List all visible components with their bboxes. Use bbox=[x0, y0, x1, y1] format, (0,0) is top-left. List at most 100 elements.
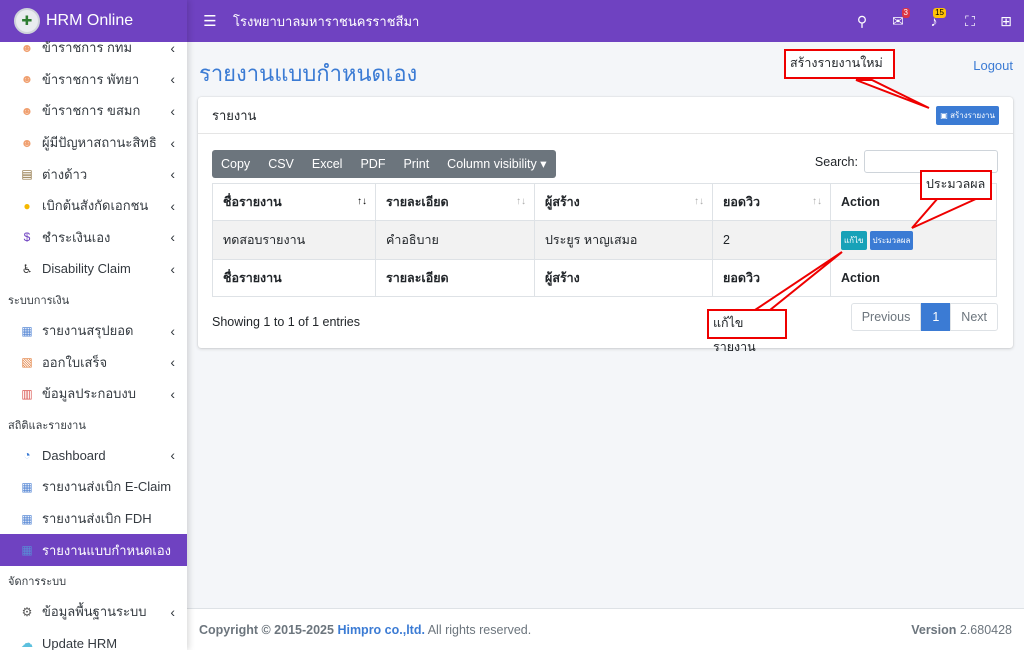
page-1-button[interactable]: 1 bbox=[921, 303, 951, 331]
sidebar-item[interactable]: ☻ ข้าราชการ กทม ‹ bbox=[0, 32, 187, 64]
print-button[interactable]: Print bbox=[394, 150, 438, 178]
report-table: ชื่อรายงาน ↑↓ รายละเอียด ↑↓ ผู้สร้าง ↑↓ ยอด… bbox=[212, 183, 997, 297]
sidebar-item-label: ข้อมูลพื้นฐานระบบ bbox=[42, 604, 147, 620]
main-content: รายงานแบบกำหนดเอง Logout รายงาน ▣ สร้างร… bbox=[187, 42, 1024, 608]
sidebar-item[interactable]: ▥ ข้อมูลประกอบงบ ‹ bbox=[0, 378, 187, 410]
grid-icon[interactable]: ⊞ bbox=[988, 13, 1024, 30]
passport-icon: ▤ bbox=[21, 167, 33, 182]
cloud-icon: ☁ bbox=[21, 636, 33, 650]
col-header-detail[interactable]: รายละเอียด ↑↓ bbox=[375, 183, 535, 221]
csv-button[interactable]: CSV bbox=[259, 150, 303, 178]
col-header-detail-label: รายละเอียด bbox=[386, 195, 449, 209]
chevron-left-icon: ‹ bbox=[170, 197, 175, 214]
sidebar-item[interactable]: ☻ ข้าราชการ ขสมก ‹ bbox=[0, 95, 187, 127]
sidebar-item[interactable]: ☻ ข้าราชการ พัทยา ‹ bbox=[0, 64, 187, 96]
report-icon: ▦ bbox=[21, 479, 33, 494]
create-report-label: สร้างรายงาน bbox=[950, 110, 995, 120]
sidebar-item-label: ข้าราชการ กทม bbox=[42, 40, 133, 56]
page-title: รายงานแบบกำหนดเอง bbox=[199, 61, 418, 86]
hamburger-menu-icon[interactable]: ☰ bbox=[187, 12, 233, 30]
sidebar-item[interactable]: ♿ Disability Claim ‹ bbox=[0, 253, 187, 285]
sidebar-item[interactable]: ▤ ต่างด้าว ‹ bbox=[0, 158, 187, 190]
sidebar-item[interactable]: ◔ Dashboard ‹ bbox=[0, 440, 187, 472]
foot-action: Action bbox=[830, 259, 997, 297]
callout-edit: แก้ไขรายงาน bbox=[707, 309, 787, 354]
sidebar-item[interactable]: ● เบิกต้นสังกัดเอกชน ‹ bbox=[0, 190, 187, 222]
export-button-group: Copy CSV Excel PDF Print Column visibili… bbox=[212, 150, 556, 178]
person-icon: ☻ bbox=[20, 40, 34, 55]
sidebar-item-label: Update HRM bbox=[42, 635, 118, 650]
chevron-left-icon: ‹ bbox=[170, 354, 175, 371]
sidebar-item[interactable]: ▦ รายงานส่งเบิก E-Claim bbox=[0, 471, 187, 503]
col-header-views-label: ยอดวิว bbox=[723, 195, 760, 209]
pdf-button[interactable]: PDF bbox=[351, 150, 394, 178]
cell-creator: ประยูร หาญเสมอ bbox=[534, 220, 713, 260]
col-header-views[interactable]: ยอดวิว ↑↓ bbox=[712, 183, 831, 221]
column-visibility-button[interactable]: Column visibility ▾ bbox=[438, 150, 555, 178]
cell-detail: คำอธิบาย bbox=[375, 220, 535, 260]
person-icon: ☻ bbox=[20, 103, 34, 118]
sidebar-item[interactable]: ☻ ผู้มีปัญหาสถานะสิทธิ ‹ bbox=[0, 127, 187, 159]
sidebar-item[interactable]: ⚙ ข้อมูลพื้นฐานระบบ ‹ bbox=[0, 596, 187, 628]
sidebar-item-label: Disability Claim bbox=[42, 261, 131, 277]
foot-views: ยอดวิว bbox=[712, 259, 831, 297]
next-page-button[interactable]: Next bbox=[950, 303, 998, 331]
table-row: ทดสอบรายงาน คำอธิบาย ประยูร หาญเสมอ 2 แก… bbox=[212, 220, 997, 260]
footer: Copyright © 2015-2025 Himpro co.,ltd. Al… bbox=[187, 608, 1024, 650]
chevron-left-icon: ‹ bbox=[170, 447, 175, 464]
sidebar-item[interactable]: ▦ รายงานสรุปยอด ‹ bbox=[0, 315, 187, 347]
col-header-creator[interactable]: ผู้สร้าง ↑↓ bbox=[534, 183, 713, 221]
fullscreen-icon[interactable]: ⛶ bbox=[952, 13, 988, 30]
search-label: Search: bbox=[814, 154, 858, 169]
nav-header-admin: จัดการระบบ bbox=[8, 575, 67, 588]
wheelchair-icon: ♿ bbox=[21, 261, 33, 276]
chevron-left-icon: ‹ bbox=[170, 385, 175, 402]
sidebar-item[interactable]: ▦ รายงานส่งเบิก FDH bbox=[0, 503, 187, 535]
col-header-name[interactable]: ชื่อรายงาน ↑↓ bbox=[212, 183, 376, 221]
chevron-left-icon: ‹ bbox=[170, 166, 175, 183]
report-card: รายงาน ▣ สร้างรายงาน Copy CSV Excel PDF … bbox=[198, 97, 1013, 348]
sidebar-item[interactable]: ▦ รายงานแบบกำหนดเอง bbox=[0, 534, 187, 566]
chevron-left-icon: ‹ bbox=[170, 603, 175, 620]
previous-page-button[interactable]: Previous bbox=[850, 303, 922, 331]
sidebar-item[interactable]: ▧ ออกใบเสร็จ ‹ bbox=[0, 346, 187, 378]
sidebar-item[interactable]: $ ชำระเงินเอง ‹ bbox=[0, 222, 187, 254]
sidebar-item-label: ผู้มีปัญหาสถานะสิทธิ bbox=[42, 135, 157, 151]
edit-button[interactable]: แก้ไข bbox=[841, 230, 867, 250]
foot-creator: ผู้สร้าง bbox=[534, 259, 713, 297]
user-gear-icon: ⚙ bbox=[21, 604, 33, 619]
company-link[interactable]: Himpro co.,ltd. bbox=[337, 623, 425, 637]
person-icon: ☻ bbox=[20, 135, 34, 150]
chat-icon[interactable]: ✉ 3 bbox=[880, 7, 916, 30]
sidebar-item[interactable]: ☁ Update HRM bbox=[0, 628, 187, 650]
bell-icon[interactable]: ♪ 15 bbox=[916, 8, 952, 29]
logout-link[interactable]: Logout bbox=[973, 58, 1013, 73]
sidebar-item-label: รายงานส่งเบิก E-Claim bbox=[42, 479, 172, 495]
cell-name: ทดสอบรายงาน bbox=[212, 220, 376, 260]
sort-asc-icon: ↑↓ bbox=[357, 196, 367, 207]
sidebar-item-label: รายงานสรุปยอด bbox=[42, 323, 134, 339]
sidebar-item-label: ข้อมูลประกอบงบ bbox=[42, 386, 136, 402]
process-button[interactable]: ประมวลผล bbox=[869, 230, 914, 250]
excel-button[interactable]: Excel bbox=[303, 150, 352, 178]
create-report-button[interactable]: ▣ สร้างรายงาน bbox=[936, 105, 999, 125]
sidebar-item-label: รายงานส่งเบิก FDH bbox=[42, 511, 152, 527]
money-icon: $ bbox=[23, 230, 31, 245]
foot-detail: รายละเอียด bbox=[375, 259, 535, 297]
sidebar-item-label: ต่างด้าว bbox=[42, 166, 88, 182]
card-title: รายงาน bbox=[212, 107, 257, 123]
sidebar-item-label: ออกใบเสร็จ bbox=[42, 354, 108, 370]
sort-icon: ↑↓ bbox=[516, 196, 526, 207]
chevron-left-icon: ‹ bbox=[170, 71, 175, 88]
copyright-prefix: Copyright © 2015-2025 bbox=[199, 622, 338, 637]
sidebar-item-label: รายงานแบบกำหนดเอง bbox=[42, 542, 171, 558]
search-icon[interactable]: ⚲ bbox=[844, 13, 880, 30]
version-label: Version bbox=[911, 622, 957, 637]
sort-icon: ↑↓ bbox=[812, 196, 822, 207]
report-icon: ▦ bbox=[21, 511, 33, 526]
table-header-row: ชื่อรายงาน ↑↓ รายละเอียด ↑↓ ผู้สร้าง ↑↓ ยอด… bbox=[212, 183, 997, 221]
callout-process: ประมวลผล bbox=[920, 170, 992, 200]
copy-button[interactable]: Copy bbox=[212, 150, 259, 178]
top-navbar: ☰ โรงพยาบาลมหาราชนครราชสีมา ⚲ ✉ 3 ♪ 15 ⛶ ⊞ bbox=[187, 0, 1024, 42]
pagination: Previous 1 Next bbox=[850, 303, 998, 331]
